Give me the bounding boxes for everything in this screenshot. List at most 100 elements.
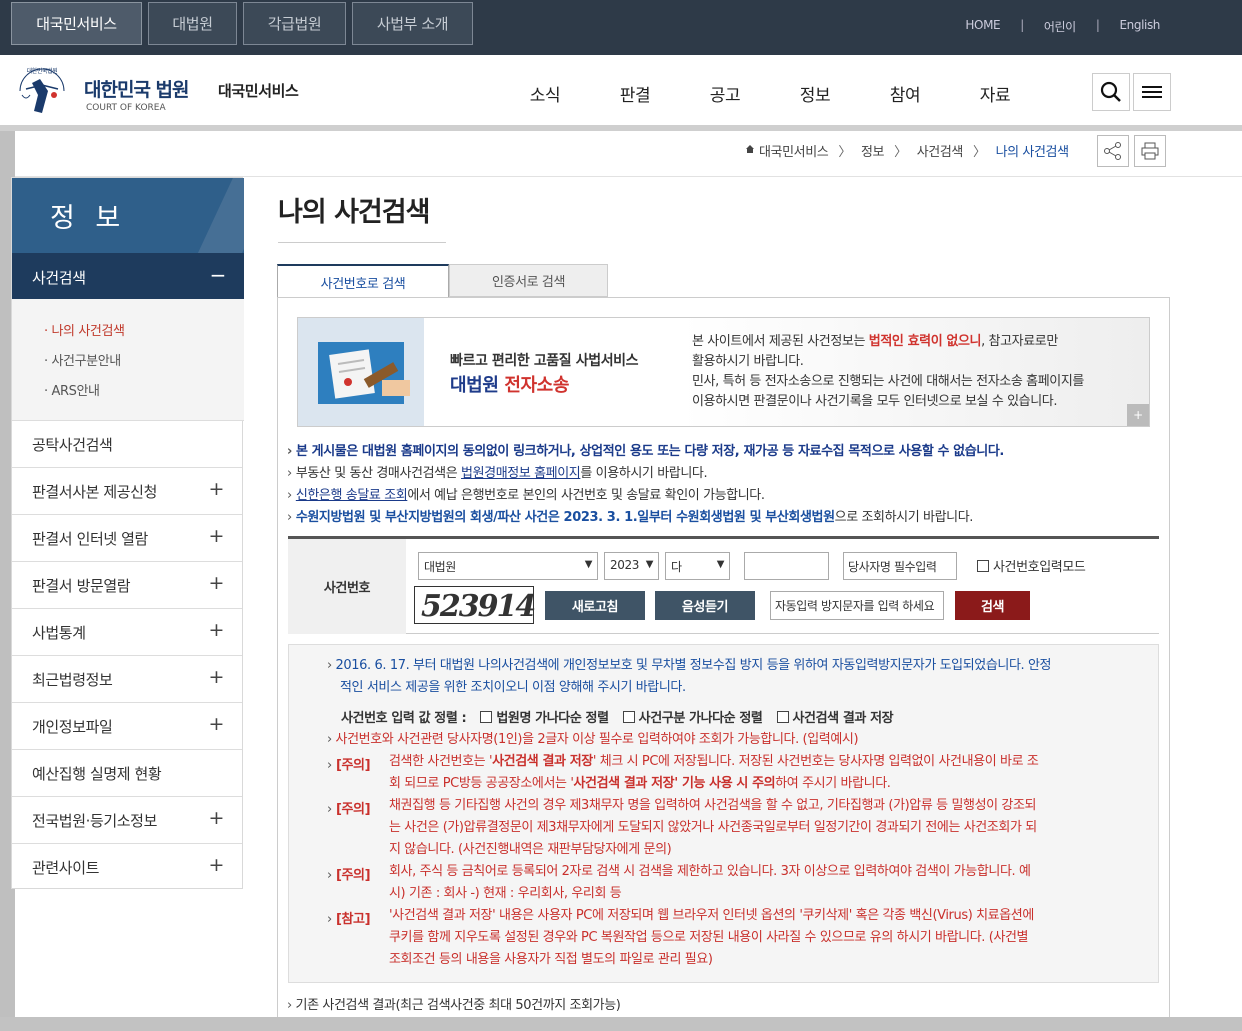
home-link[interactable]: HOME — [965, 18, 1000, 35]
print-button[interactable] — [1134, 135, 1166, 167]
breadcrumb-item[interactable]: 사건검색 — [917, 141, 964, 160]
left-nav-item[interactable]: 사법통계 + — [12, 609, 242, 656]
tab-certificate[interactable]: 인증서로 검색 — [449, 264, 608, 297]
case-type-value: 다 — [671, 560, 682, 574]
submenu-case-guide[interactable]: · 사건구분안내 — [44, 350, 121, 369]
left-nav-item[interactable]: 전국법원·등기소정보 + — [12, 797, 242, 844]
notice-item: › 수원지방법원 및 부산지방법원의 회생/파산 사건은 2023. 3. 1.일… — [287, 506, 973, 525]
left-nav-label: 전국법원·등기소정보 — [32, 812, 157, 830]
previous-results-label: 기존 사건검색 결과(최근 검색사건중 최대 50건까지 조회가능) — [295, 998, 621, 1013]
left-nav-title-text: 정 보 — [50, 203, 127, 234]
auction-link[interactable]: 법원경매정보 홈페이지 — [461, 466, 581, 481]
info-text: 적인 서비스 제공을 위한 조치이오니 이점 양해해 주시기 바랍니다. — [340, 680, 686, 695]
service-name[interactable]: 대국민서비스 — [218, 80, 299, 101]
checkbox[interactable] — [480, 711, 493, 723]
left-nav-label: 판결서사본 제공신청 — [32, 483, 157, 501]
shinhan-link[interactable]: 신한은행 송달료 조회 — [296, 488, 408, 503]
notice-text: 민사, 특허 등 전자소송으로 진행되는 사건에 대해서는 전자소송 홈페이지를 — [692, 374, 1084, 389]
menu-news[interactable]: 소식 — [500, 81, 590, 106]
left-nav-item[interactable]: 판결서 인터넷 열람 + — [12, 515, 242, 562]
top-tab-about[interactable]: 사법부 소개 — [352, 2, 473, 45]
menu-info[interactable]: 정보 — [770, 81, 860, 106]
left-nav-active-item[interactable]: 사건검색 − — [12, 253, 244, 299]
brand-subtitle: COURT OF KOREA — [86, 103, 166, 113]
english-link[interactable]: English — [1119, 18, 1160, 35]
left-nav-item[interactable]: 예산집행 실명제 현황 — [12, 750, 242, 797]
bullet: · — [44, 324, 48, 339]
year-select[interactable]: 2023 ▼ — [604, 552, 659, 580]
search-button[interactable] — [1092, 73, 1130, 111]
checkbox[interactable] — [776, 711, 789, 723]
left-nav: 정 보 사건검색 − · 나의 사건검색 · 사건구분안내 · ARS안내 공탁사… — [11, 177, 244, 891]
case-type-select[interactable]: 다 ▼ — [665, 552, 730, 580]
submenu-label: ARS안내 — [51, 384, 100, 399]
breadcrumb-item[interactable]: 대국민서비스 — [759, 141, 829, 160]
left-nav-label: 최근법령정보 — [32, 671, 113, 689]
menu-resources[interactable]: 자료 — [950, 81, 1040, 106]
left-nav-item[interactable]: 최근법령정보 + — [12, 656, 242, 703]
caution-tag: › [주의] — [327, 754, 371, 773]
breadcrumb-separator: 〉 — [972, 145, 986, 160]
breadcrumb: 대국민서비스 〉 정보 〉 사건검색 〉 나의 사건검색 — [745, 141, 1069, 160]
info-highlight: 사건검색 결과 저장' 기능 사용 시 주의 — [573, 776, 776, 791]
breadcrumb-separator: 〉 — [838, 145, 851, 160]
menu-button[interactable] — [1133, 73, 1171, 111]
mode-checkbox[interactable]: 사건번호입력모드 — [965, 556, 1086, 575]
notice-text: , 참고자료로만 — [981, 334, 1058, 349]
court-logo[interactable]: 대한민국법원 — [12, 61, 72, 121]
checkbox[interactable] — [977, 560, 989, 572]
notice-text: 본 게시물은 대법원 홈페이지의 동의없이 링크하거나, 상업적인 용도 또는 … — [295, 444, 1004, 459]
chevron-down-icon: ▼ — [584, 559, 593, 570]
left-nav-item[interactable]: 관련사이트 + — [12, 844, 242, 891]
bullet: · — [44, 384, 48, 399]
left-nav-item[interactable]: 개인정보파일 + — [12, 703, 242, 750]
ecourt-banner[interactable]: 빠르고 편리한 고품질 사법서비스 대법원 전자소송 본 사이트에서 제공된 사… — [297, 317, 1150, 427]
sort-option-save: 사건검색 결과 저장 — [792, 711, 894, 726]
court-select[interactable]: 대법원 ▼ — [418, 552, 598, 580]
breadcrumb-current[interactable]: 나의 사건검색 — [996, 141, 1069, 160]
reference-label: [참고] — [335, 912, 371, 927]
expand-icon: + — [208, 666, 224, 688]
checkbox[interactable] — [622, 711, 635, 723]
info-highlight: 사건검색 결과 저장 — [492, 754, 593, 769]
caution-label: [주의] — [335, 868, 371, 883]
left-nav-active-label: 사건검색 — [32, 269, 86, 287]
separator: | — [1020, 18, 1024, 32]
banner-more-button[interactable]: + — [1127, 404, 1149, 426]
search-submit-button[interactable]: 검색 — [955, 591, 1030, 620]
refresh-button[interactable]: 새로고침 — [545, 591, 645, 620]
top-tab-courts[interactable]: 각급법원 — [243, 2, 346, 45]
brand-name[interactable]: 대한민국 법원 — [84, 75, 189, 102]
mode-label: 사건번호입력모드 — [993, 560, 1086, 575]
expand-icon: + — [208, 807, 224, 829]
submenu-my-case[interactable]: · 나의 사건검색 — [44, 320, 125, 339]
party-name-input[interactable]: 당사자명 필수입력 — [843, 552, 957, 580]
captcha-input[interactable]: 자동입력 방지문자를 입력 하세요 — [770, 591, 944, 620]
submenu-ars[interactable]: · ARS안내 — [44, 380, 100, 399]
menu-notice[interactable]: 공고 — [680, 81, 770, 106]
left-nav-item[interactable]: 공탁사건검색 — [12, 421, 242, 468]
arrow-icon: › — [327, 802, 332, 817]
left-nav-item[interactable]: 판결서 방문열람 + — [12, 562, 242, 609]
share-icon — [1104, 142, 1121, 160]
top-tab-public-service[interactable]: 대국민서비스 — [11, 2, 142, 45]
menu-judgment[interactable]: 판결 — [590, 81, 680, 106]
listen-button[interactable]: 음성듣기 — [655, 591, 755, 620]
kids-link[interactable]: 어린이 — [1044, 18, 1076, 35]
case-number-input[interactable] — [744, 552, 829, 580]
share-button[interactable] — [1097, 135, 1129, 167]
left-nav-label: 예산집행 실명제 현황 — [32, 765, 162, 783]
info-box: › 2016. 6. 17. 부터 대법원 나의사건검색에 개인정보보호 및 무… — [288, 644, 1159, 983]
left-nav-item[interactable]: 판결서사본 제공신청 + — [12, 468, 242, 515]
left-nav-label: 관련사이트 — [32, 859, 100, 877]
collapse-icon[interactable]: − — [210, 263, 227, 287]
top-tab-supreme-court[interactable]: 대법원 — [148, 2, 237, 45]
breadcrumb-item[interactable]: 정보 — [861, 141, 885, 160]
header: 대한민국법원 대한민국 법원 COURT OF KOREA 대국민서비스 소식 … — [0, 55, 1242, 125]
info-line: › 사건번호와 사건관련 당사자명(1인)을 2글자 이상 필수로 입력하여야 … — [327, 729, 859, 751]
tab-case-number[interactable]: 사건번호로 검색 — [277, 264, 449, 298]
previous-results[interactable]: › 기존 사건검색 결과(최근 검색사건중 최대 50건까지 조회가능) — [287, 994, 621, 1013]
logo-text: 대한민국법원 — [27, 67, 58, 75]
notice-item: › 부동산 및 동산 경매사건검색은 법원경매정보 홈페이지를 이용하시기 바랍니… — [287, 462, 708, 481]
menu-participate[interactable]: 참여 — [860, 81, 950, 106]
